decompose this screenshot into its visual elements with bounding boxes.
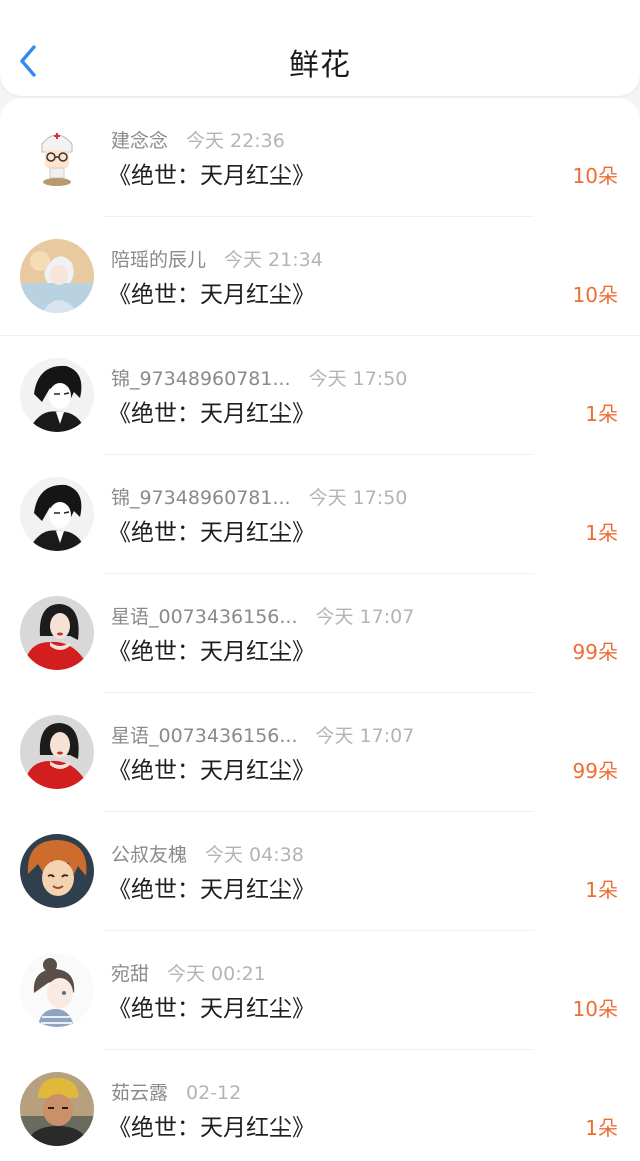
flower-count: 10朵 — [572, 997, 618, 1021]
user-name[interactable]: 锦_97348960781... — [111, 368, 291, 390]
book-title[interactable]: 《绝世：天月红尘》 — [108, 1108, 315, 1142]
avatar[interactable] — [20, 477, 94, 551]
flower-count: 1朵 — [585, 521, 618, 545]
user-name[interactable]: 茹云露 — [111, 1082, 168, 1104]
list-item[interactable]: 星语_0073436156... 今天 17:07 《绝世：天月红尘》 99朵 — [0, 693, 640, 812]
flower-count: 10朵 — [572, 283, 618, 307]
list-item[interactable]: 锦_97348960781... 今天 17:50 《绝世：天月红尘》 1朵 — [0, 336, 640, 455]
book-title[interactable]: 《绝世：天月红尘》 — [108, 275, 315, 309]
timestamp: 今天 04:38 — [205, 844, 304, 866]
timestamp: 今天 17:50 — [308, 487, 408, 509]
flower-count: 1朵 — [585, 878, 618, 902]
book-title[interactable]: 《绝世：天月红尘》 — [108, 156, 315, 190]
avatar[interactable] — [20, 715, 94, 789]
book-title[interactable]: 《绝世：天月红尘》 — [108, 870, 315, 904]
avatar[interactable] — [20, 239, 94, 313]
user-name[interactable]: 建念念 — [111, 130, 168, 152]
flower-count: 99朵 — [572, 640, 618, 664]
page-title: 鲜花 — [289, 48, 351, 83]
flower-gift-list: 建念念 今天 22:36 《绝世：天月红尘》 10朵 陪瑶的辰儿 今天 21:34 … — [0, 98, 640, 1161]
timestamp: 今天 17:07 — [315, 725, 415, 747]
user-name[interactable]: 陪瑶的辰儿 — [111, 249, 206, 271]
timestamp: 今天 00:21 — [167, 963, 266, 985]
list-item[interactable]: 茹云露 02-12 《绝世：天月红尘》 1朵 — [0, 1050, 640, 1161]
timestamp: 今天 22:36 — [186, 130, 285, 152]
flower-count: 1朵 — [585, 1116, 618, 1140]
book-title[interactable]: 《绝世：天月红尘》 — [108, 513, 315, 547]
timestamp: 今天 17:07 — [315, 606, 415, 628]
list-item[interactable]: 锦_97348960781... 今天 17:50 《绝世：天月红尘》 1朵 — [0, 455, 640, 574]
avatar[interactable] — [20, 596, 94, 670]
timestamp: 02-12 — [186, 1082, 242, 1104]
book-title[interactable]: 《绝世：天月红尘》 — [108, 632, 315, 666]
avatar[interactable] — [20, 358, 94, 432]
avatar[interactable] — [20, 953, 94, 1027]
user-name[interactable]: 星语_0073436156... — [111, 606, 298, 628]
nav-bar: 鲜花 — [0, 0, 640, 96]
user-name[interactable]: 公叔友槐 — [111, 844, 187, 866]
user-name[interactable]: 宛甜 — [111, 963, 149, 985]
timestamp: 今天 17:50 — [308, 368, 408, 390]
list-item[interactable]: 宛甜 今天 00:21 《绝世：天月红尘》 10朵 — [0, 931, 640, 1050]
flower-count: 10朵 — [572, 164, 618, 188]
book-title[interactable]: 《绝世：天月红尘》 — [108, 394, 315, 428]
list-item[interactable]: 建念念 今天 22:36 《绝世：天月红尘》 10朵 — [0, 98, 640, 217]
user-name[interactable]: 锦_97348960781... — [111, 487, 291, 509]
list-item[interactable]: 星语_0073436156... 今天 17:07 《绝世：天月红尘》 99朵 — [0, 574, 640, 693]
book-title[interactable]: 《绝世：天月红尘》 — [108, 751, 315, 785]
flower-count: 1朵 — [585, 402, 618, 426]
book-title[interactable]: 《绝世：天月红尘》 — [108, 989, 315, 1023]
user-name[interactable]: 星语_0073436156... — [111, 725, 298, 747]
flower-count: 99朵 — [572, 759, 618, 783]
timestamp: 今天 21:34 — [224, 249, 323, 271]
avatar[interactable] — [20, 120, 94, 194]
avatar[interactable] — [20, 834, 94, 908]
list-item[interactable]: 陪瑶的辰儿 今天 21:34 《绝世：天月红尘》 10朵 — [0, 217, 640, 336]
list-item[interactable]: 公叔友槐 今天 04:38 《绝世：天月红尘》 1朵 — [0, 812, 640, 931]
avatar[interactable] — [20, 1072, 94, 1146]
